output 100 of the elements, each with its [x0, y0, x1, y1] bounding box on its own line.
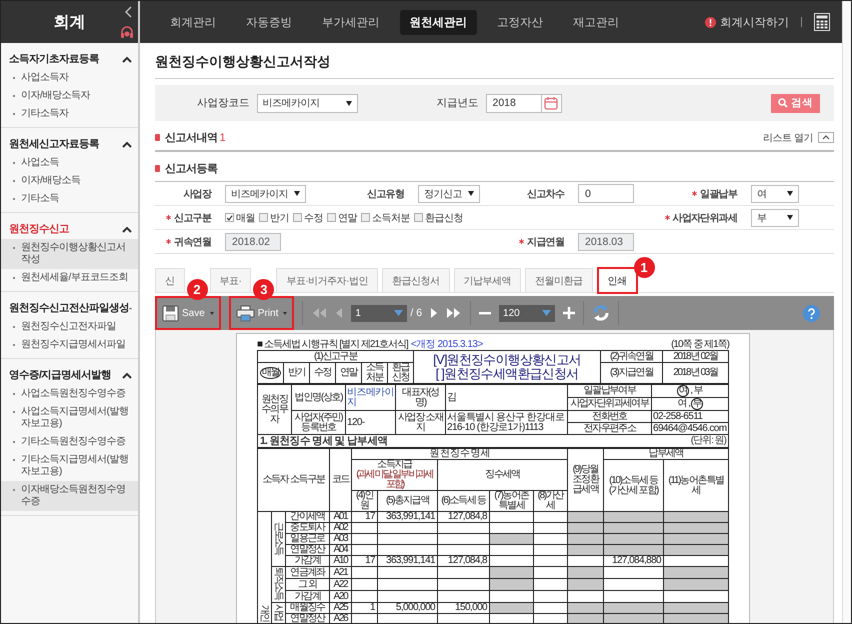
tab[interactable]: 기납부세액	[454, 268, 522, 292]
chevron-up-icon[interactable]	[122, 372, 132, 378]
report-type: 소득처분	[365, 363, 384, 383]
sidebar-item[interactable]: 원천징수신고전자파일	[1, 318, 138, 336]
table-cell: 원천징수의무자	[258, 384, 292, 434]
sidebar-item[interactable]: 기타소득지급명세서(발행자보고용)	[1, 451, 138, 481]
last-page-icon[interactable]	[446, 307, 462, 319]
sidebar-item[interactable]: 기타소득	[1, 190, 138, 208]
checkbox[interactable]	[293, 213, 302, 222]
table-cell: 일용근로	[286, 534, 330, 544]
select-field[interactable]: 비즈메카이지	[225, 184, 306, 202]
start-link[interactable]: 회계시작하기	[720, 14, 789, 30]
tab[interactable]: 인쇄	[596, 267, 638, 294]
nav-tab[interactable]: 재고관리	[563, 10, 629, 34]
next-page-icon[interactable]	[430, 307, 438, 319]
nav-tab[interactable]: 자동증빙	[236, 10, 302, 34]
field-label: 사업자단위과세	[672, 212, 737, 224]
table-cell: (3)지급연월	[600, 362, 662, 384]
list-toggle-link[interactable]: 리스트 열기	[763, 130, 813, 144]
caret-icon	[787, 191, 793, 196]
table-cell: 사업자단위과세여부	[568, 398, 652, 410]
tab[interactable]: 전월미환급	[525, 268, 593, 292]
alert-icon	[705, 16, 716, 28]
chevron-up-icon[interactable]	[122, 140, 132, 148]
table-header-cell-text: 소득지급	[377, 460, 412, 470]
chevron-up-icon[interactable]	[122, 56, 132, 62]
nav-tab[interactable]: 고정자산	[487, 10, 553, 34]
nav-tab[interactable]: 부가세관리	[312, 10, 390, 34]
sidebar-item[interactable]: 사업소득	[1, 154, 138, 172]
required-icon	[166, 215, 172, 220]
checkbox-label: 반기	[270, 212, 289, 224]
checkbox[interactable]	[361, 213, 370, 222]
refresh-icon[interactable]	[592, 304, 610, 322]
input-field[interactable]: 0	[578, 184, 634, 203]
sidebar-item[interactable]: 기타소득원천징수영수증	[1, 433, 138, 451]
sidebar-section-title[interactable]: 원천세신고자료등록	[9, 137, 99, 151]
input-field[interactable]: 2018.02	[225, 232, 281, 250]
required-icon	[692, 191, 698, 196]
required-icon	[664, 215, 670, 220]
tab[interactable]: 부표·비거주자·법인	[276, 268, 378, 292]
sidebar-item[interactable]: 원천징수지급명세서파일	[1, 336, 138, 354]
sidebar-section-title[interactable]: 원천징수신고전산파일생성	[9, 301, 129, 315]
sidebar-section-title[interactable]: 소득자기초자료등록	[9, 52, 99, 66]
calendar-button[interactable]	[542, 94, 562, 112]
checkbox[interactable]	[327, 213, 336, 222]
report-type: 수정	[313, 368, 332, 378]
sidebar-item[interactable]: 기타소득자	[1, 105, 138, 123]
sidebar-item[interactable]: 이자/배당소득자	[1, 87, 138, 105]
chevron-up-icon	[822, 135, 830, 140]
collapse-button[interactable]	[818, 132, 834, 143]
sidebar-item[interactable]: 사업소득원천징수영수증	[1, 385, 138, 403]
select-field[interactable]: 부	[751, 208, 799, 226]
table-cell: 5,000,000	[378, 602, 438, 614]
sidebar-item[interactable]: 원천징수이행상황신고서작성	[1, 239, 138, 269]
zoom-in-icon[interactable]	[563, 307, 576, 319]
table-cell: 120-	[346, 410, 396, 434]
table-cell: A03	[330, 534, 352, 544]
tab[interactable]: 부표·	[210, 268, 252, 292]
headset-help-icon[interactable]	[120, 26, 134, 39]
table-cell: 대표자(성명)	[396, 384, 446, 410]
table-cell: 그 외	[286, 578, 330, 590]
input-field[interactable]: 2018	[486, 94, 542, 112]
tab[interactable]: 신	[155, 268, 184, 292]
table-cell: A25	[330, 602, 352, 614]
caret-icon	[787, 215, 793, 220]
calculator-icon[interactable]	[814, 13, 830, 31]
table-cell: 사업자(주민)등록번호	[292, 410, 346, 434]
sidebar-section-title[interactable]: 원천징수신고	[9, 222, 69, 236]
table-cell: 전자우편주소	[568, 422, 652, 434]
page-select[interactable]: 1	[351, 304, 408, 322]
checkbox[interactable]	[259, 213, 268, 222]
revision-link[interactable]: <개정 2015.3.13>	[410, 339, 483, 350]
checkbox-label: 연말	[338, 212, 357, 224]
table-header-cell: (6)소득세 등	[438, 490, 490, 512]
sidebar-item[interactable]: 이자/배당소득	[1, 172, 138, 190]
sidebar-item[interactable]: 원천세세율/부표코드조회	[1, 269, 138, 287]
select-field[interactable]: 여	[751, 184, 799, 202]
nav-tab[interactable]: 회계관리	[160, 10, 226, 34]
caret-icon	[210, 312, 214, 314]
sidebar-item[interactable]: 사업소득자	[1, 69, 138, 87]
checkbox[interactable]	[414, 213, 423, 222]
help-icon[interactable]	[803, 304, 820, 322]
sidebar-item[interactable]: 이자배당소득원천징수영수증	[1, 481, 138, 511]
scrollbar[interactable]	[842, 1, 851, 623]
nav-tab[interactable]: 원천세관리	[400, 10, 477, 34]
input-field[interactable]: 2018.03	[578, 232, 634, 250]
page-info: (10쪽 중 제1쪽)	[671, 339, 729, 350]
caret-icon	[542, 310, 552, 316]
select-field[interactable]: 정기신고	[418, 184, 480, 202]
chevron-up-icon[interactable]	[122, 226, 132, 232]
select-field[interactable]: 비즈메카이지	[256, 94, 358, 112]
table-header-cell: (8)가산세	[534, 490, 568, 512]
section-title: 신고서등록	[165, 162, 218, 176]
sidebar-item[interactable]: 사업소득지급명세서(발행자보고용)	[1, 403, 138, 433]
sidebar-section-title[interactable]: 영수증/지급명세서발행	[9, 368, 111, 382]
checkbox[interactable]	[225, 213, 234, 222]
zoom-select[interactable]: 120	[499, 304, 556, 322]
tab[interactable]: 환급신청서	[382, 268, 450, 292]
chevron-left-icon[interactable]	[124, 6, 132, 18]
table-cell: 김	[446, 384, 568, 410]
